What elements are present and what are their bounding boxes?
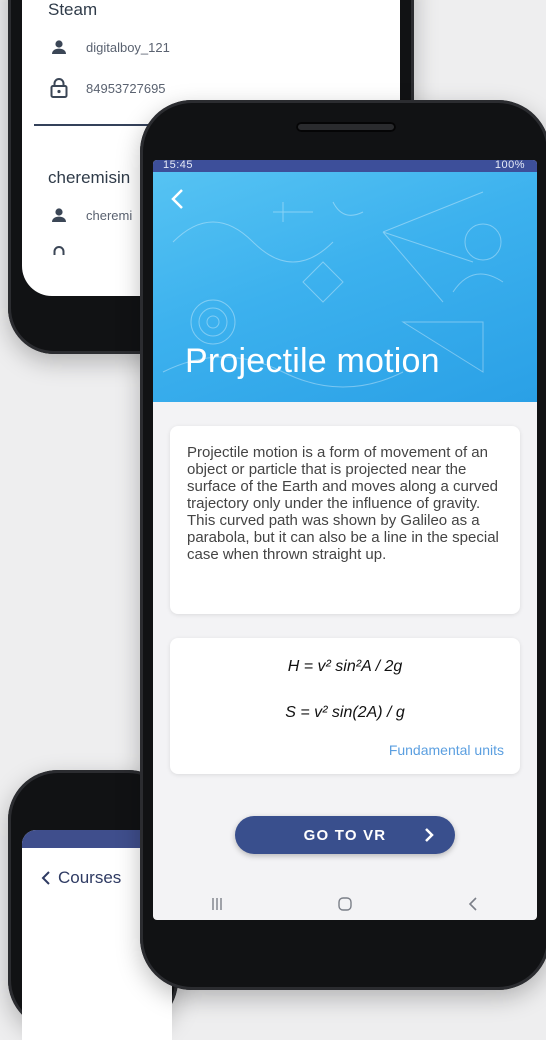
account-title-steam: Steam	[48, 0, 98, 19]
formula-card: H = v² sin²A / 2g S = v² sin(2A) / g Fun…	[170, 638, 520, 774]
status-time: 15:45	[163, 160, 194, 171]
back-icon	[468, 897, 477, 911]
go-to-vr-label: GO TO VR	[303, 826, 387, 844]
recents-icon	[212, 898, 222, 910]
account-username-row: digitalboy_121	[48, 36, 170, 58]
account-username: digitalboy_121	[86, 39, 170, 55]
page-title: Projectile motion	[185, 342, 440, 380]
account-password-row: 84953727695	[48, 77, 166, 99]
formula-height: H = v² sin²A / 2g	[287, 658, 403, 675]
account-title-cheremisin: cheremisin	[48, 168, 131, 187]
fundamental-units-link[interactable]: Fundamental units	[389, 742, 504, 758]
account-password: 84953727695	[86, 80, 166, 96]
person-icon	[48, 204, 70, 226]
courses-back-button[interactable]: Courses	[40, 868, 121, 888]
account-username-row-2: cheremi	[48, 204, 132, 226]
system-nav-bar	[153, 888, 537, 920]
topic-screen: 15:45 100% Projectile motion Projectile …	[153, 160, 537, 920]
back-arrow-icon[interactable]	[167, 186, 189, 212]
courses-back-label: Courses	[58, 868, 122, 887]
chevron-left-icon	[41, 871, 50, 885]
go-to-vr-button[interactable]: GO TO VR	[235, 816, 455, 854]
description-text: Projectile motion is a form of movement …	[187, 444, 499, 563]
description-card: Projectile motion is a form of movement …	[170, 426, 520, 614]
hero-banner: Projectile motion	[153, 172, 537, 402]
lock-icon	[48, 240, 70, 262]
formula-range: S = v² sin(2A) / g	[285, 704, 405, 721]
person-icon	[48, 36, 70, 58]
recents-button[interactable]	[197, 892, 237, 916]
nav-back-button[interactable]	[453, 892, 493, 916]
front-phone: 15:45 100% Projectile motion Projectile …	[140, 100, 546, 990]
status-bar: 15:45 100%	[153, 160, 537, 172]
home-icon	[338, 897, 352, 911]
speaker-grille	[296, 122, 396, 132]
chevron-right-icon	[425, 828, 434, 842]
home-button[interactable]	[325, 892, 365, 916]
status-battery: 100%	[494, 160, 525, 171]
lock-icon	[48, 77, 70, 99]
account-password-row-2	[48, 240, 70, 262]
account-username-2: cheremi	[86, 207, 133, 223]
